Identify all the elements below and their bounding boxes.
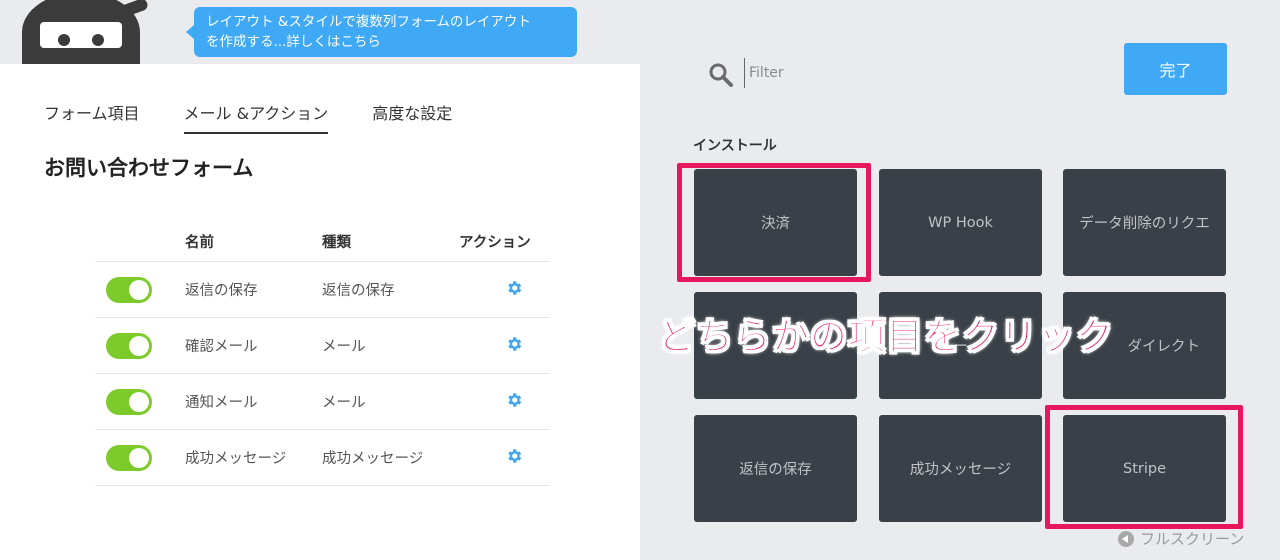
search-icon <box>709 63 733 87</box>
header-action: アクション <box>459 235 531 251</box>
action-tile-data-removal[interactable]: データ削除のリクエ <box>1063 169 1226 276</box>
header-name: 名前 <box>185 235 214 251</box>
page-title: お問い合わせフォーム <box>44 156 254 180</box>
tab-form-fields[interactable]: フォーム項目 <box>44 100 140 134</box>
chevron-left-circle-icon <box>1118 530 1134 547</box>
builder-tabs: フォーム項目 メール &アクション 高度な設定 <box>44 100 452 134</box>
fullscreen-link[interactable]: フルスクリーン <box>1118 528 1244 549</box>
gear-icon[interactable] <box>505 279 523 297</box>
action-toggle[interactable] <box>106 388 152 415</box>
row-type: 成功メッセージ <box>322 451 424 467</box>
tooltip-line-1: レイアウト &スタイルで複数列フォームのレイアウト <box>206 14 531 30</box>
action-toggle[interactable] <box>106 444 152 471</box>
row-name: 返信の保存 <box>185 283 258 299</box>
ninja-logo <box>22 0 150 72</box>
installed-section-label: インストール <box>693 138 777 154</box>
table-row: 通知メール メール <box>95 374 550 430</box>
action-tile-stripe[interactable]: Stripe <box>1063 415 1226 522</box>
action-toggle[interactable] <box>106 332 152 359</box>
tab-emails-actions[interactable]: メール &アクション <box>183 100 329 134</box>
fullscreen-label: フルスクリーン <box>1140 530 1245 548</box>
row-type: メール <box>322 395 366 411</box>
action-toggle[interactable] <box>106 276 152 303</box>
table-row: 成功メッセージ 成功メッセージ <box>95 430 550 486</box>
header-type: 種類 <box>322 235 351 251</box>
row-type: 返信の保存 <box>322 283 395 299</box>
action-tile-wp-hook[interactable]: WP Hook <box>879 169 1042 276</box>
tab-advanced-settings[interactable]: 高度な設定 <box>372 100 452 134</box>
filter-input[interactable] <box>744 58 1084 88</box>
form-actions-panel: フォーム項目 メール &アクション 高度な設定 お問い合わせフォーム 名前 種類… <box>0 64 640 560</box>
row-type: メール <box>322 339 366 355</box>
gear-icon[interactable] <box>505 391 523 409</box>
layout-tip-tooltip[interactable]: レイアウト &スタイルで複数列フォームのレイアウト を作成する...詳しくはこち… <box>186 7 577 57</box>
done-button[interactable]: 完了 <box>1124 43 1227 95</box>
row-name: 確認メール <box>185 339 258 355</box>
action-tile-payment[interactable]: 決済 <box>694 169 857 276</box>
table-row: 確認メール メール <box>95 318 550 374</box>
annotation-text: どちらかの項目をクリック <box>658 315 1114 359</box>
table-header: 名前 種類 アクション <box>95 222 550 262</box>
action-tile-success-message[interactable]: 成功メッセージ <box>879 415 1042 522</box>
gear-icon[interactable] <box>505 335 523 353</box>
logo-eye-right <box>92 34 104 46</box>
table-row: 返信の保存 返信の保存 <box>95 262 550 318</box>
row-name: 成功メッセージ <box>185 451 287 467</box>
tooltip-line-2: を作成する...詳しくはこちら <box>206 34 381 50</box>
logo-tail <box>116 0 150 19</box>
action-tile-save-submission[interactable]: 返信の保存 <box>694 415 857 522</box>
logo-eye-left <box>58 34 70 46</box>
row-name: 通知メール <box>185 395 258 411</box>
actions-table: 名前 種類 アクション 返信の保存 返信の保存 確認メール メール 通知メール … <box>95 222 550 486</box>
gear-icon[interactable] <box>505 447 523 465</box>
logo-mask-band <box>40 22 122 48</box>
